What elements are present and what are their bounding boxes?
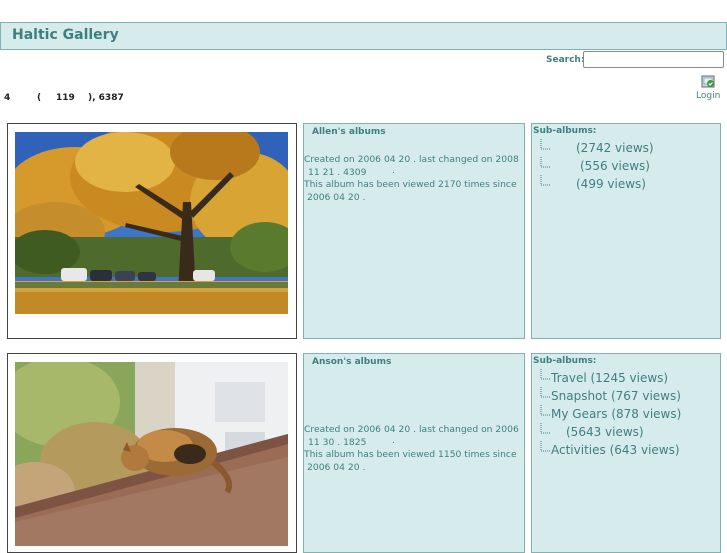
- album-thumbnail-frame: [7, 353, 297, 553]
- album-info-panel: Allen's albums Created on 2006 04 20 . l…: [303, 123, 525, 339]
- album-thumbnail-frame: [7, 123, 297, 339]
- login-icon[interactable]: [701, 75, 715, 88]
- subalbums-label: Sub-albums:: [533, 356, 597, 366]
- subalbum-views: (556 views): [580, 159, 650, 173]
- subalbum-views: (767 views): [610, 389, 681, 403]
- tree-branch-icon: [540, 423, 550, 434]
- subalbums-panel: Sub-albums: (2742 views) (556 views) (49…: [531, 123, 721, 339]
- tree-branch-icon: [540, 175, 550, 186]
- stats-pictures-count: 119: [56, 93, 75, 103]
- album-created-line: Created on 2006 04 20 . last changed on …: [304, 424, 519, 435]
- site-title[interactable]: Haltic Gallery: [12, 27, 119, 43]
- search-input[interactable]: [583, 51, 724, 68]
- subalbum-name[interactable]: Snapshot: [551, 389, 607, 403]
- tree-branch-icon: [540, 441, 550, 452]
- album-viewed-line: This album has been viewed 2170 times si…: [304, 179, 517, 190]
- search-label: Search:: [546, 55, 585, 65]
- album-title-link[interactable]: Anson's albums: [312, 357, 391, 367]
- stats-albums-count: 4: [4, 93, 11, 103]
- album-created-suffix: .: [392, 436, 395, 446]
- album-created-line: 11 30 . 1825: [308, 436, 367, 448]
- album-viewed-line: This album has been viewed 1150 times si…: [304, 449, 517, 460]
- album-created-line: 11 21 . 4309: [308, 166, 367, 178]
- subalbums-panel: Sub-albums: Travel (1245 views) Snapshot…: [531, 353, 721, 553]
- subalbum-views: (878 views): [611, 407, 682, 421]
- album-description: Created on 2006 04 20 . last changed on …: [304, 424, 522, 474]
- tree-branch-icon: [540, 157, 550, 168]
- album-thumbnail-cat[interactable]: [15, 362, 288, 546]
- subalbum-name[interactable]: My Gears: [551, 407, 608, 421]
- album-viewed-line: 2006 04 20 .: [307, 461, 366, 473]
- album-title-link[interactable]: Allen's albums: [312, 127, 386, 137]
- album-created-line: Created on 2006 04 20 . last changed on …: [304, 154, 519, 165]
- subalbum-views: (499 views): [576, 177, 646, 191]
- subalbum-views: (1245 views): [590, 371, 669, 385]
- subalbums-label: Sub-albums:: [533, 126, 597, 136]
- subalbum-name[interactable]: Activities: [551, 443, 606, 457]
- stats-views-count: ), 6387: [88, 93, 124, 103]
- album-info-panel: Anson's albums Created on 2006 04 20 . l…: [303, 353, 525, 553]
- album-description: Created on 2006 04 20 . last changed on …: [304, 154, 522, 204]
- login-link[interactable]: Login: [696, 91, 720, 101]
- subalbum-views: (643 views): [609, 443, 680, 457]
- tree-branch-icon: [540, 139, 550, 150]
- album-created-suffix: .: [392, 166, 395, 176]
- album-viewed-line: 2006 04 20 .: [307, 191, 366, 203]
- subalbum-name[interactable]: Travel: [551, 371, 587, 385]
- tree-branch-icon: [540, 405, 550, 416]
- album-thumbnail-autumn-tree[interactable]: [15, 132, 288, 314]
- subalbum-views: (2742 views): [576, 141, 654, 155]
- tree-branch-icon: [540, 387, 550, 398]
- site-header: Haltic Gallery: [0, 22, 727, 50]
- tree-branch-icon: [540, 369, 550, 380]
- stats-open-paren: (: [37, 93, 42, 103]
- subalbum-views: (5643 views): [566, 425, 644, 439]
